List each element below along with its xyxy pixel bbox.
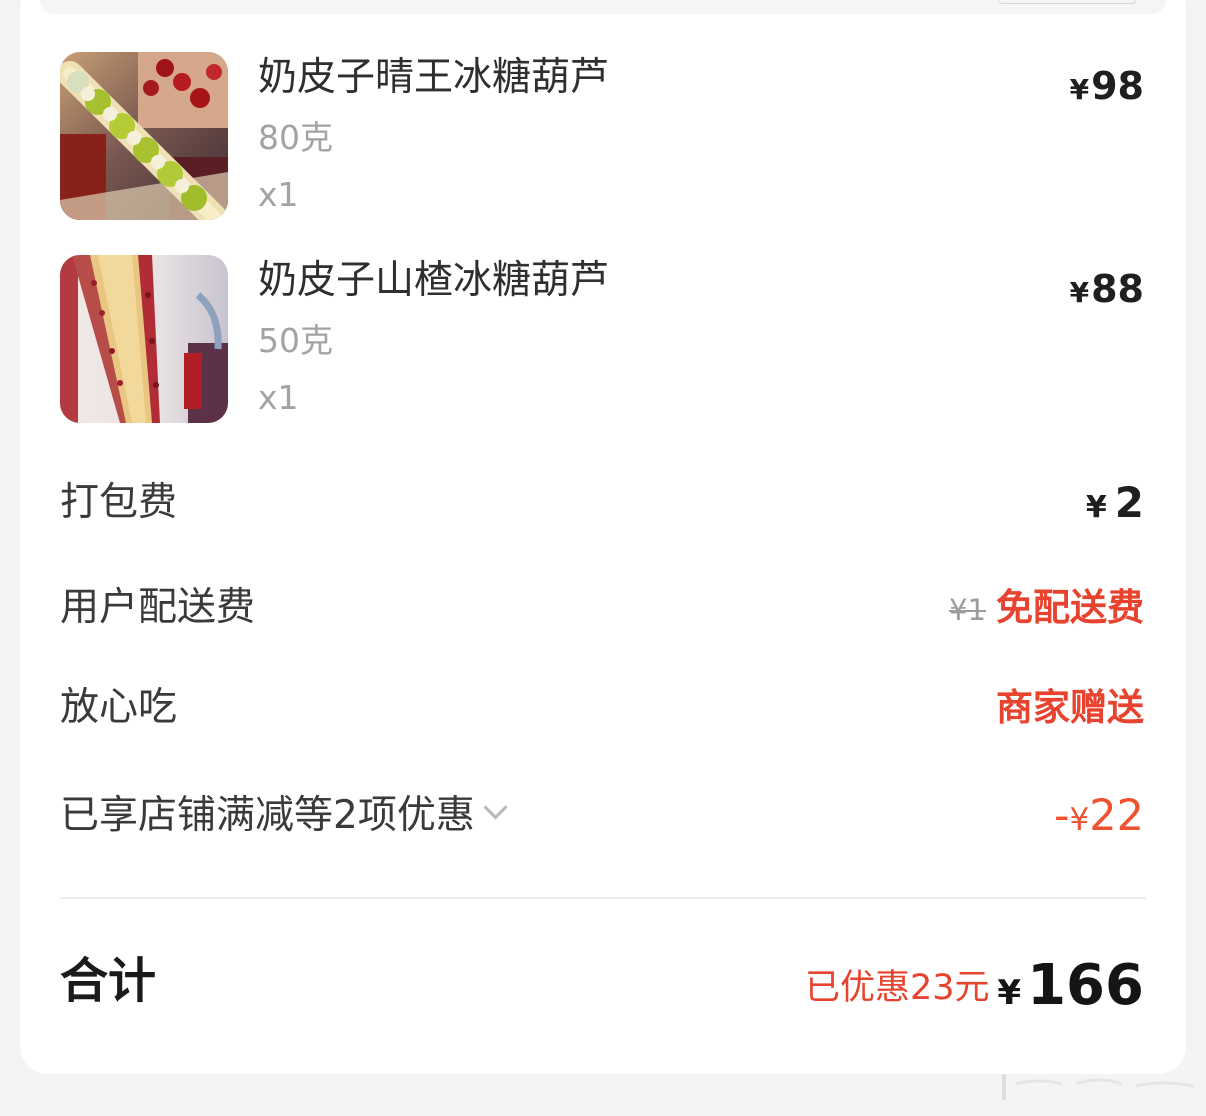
- delivery-fee-original: ¥1: [949, 593, 986, 627]
- delivery-fee-value: ¥1 免配送费: [949, 580, 1144, 643]
- item-price: ¥98: [1070, 62, 1144, 114]
- discount-value: -¥22: [1054, 788, 1144, 848]
- item-price-value: 98: [1091, 64, 1144, 108]
- delivery-fee-label: 用户配送费: [60, 585, 256, 630]
- currency-symbol: ¥: [1069, 73, 1090, 106]
- currency-symbol: ¥: [997, 973, 1022, 1013]
- item-quantity: x1: [258, 175, 299, 214]
- safe-eat-value: 商家赠送: [996, 686, 1144, 729]
- item-price-value: 88: [1091, 267, 1144, 311]
- currency-symbol: ¥: [1069, 276, 1090, 309]
- chevron-down-icon[interactable]: [483, 795, 508, 820]
- packing-fee-value: ¥2: [1086, 475, 1144, 536]
- total-label: 合计: [60, 953, 157, 1009]
- order-item[interactable]: 奶皮子山楂冰糖葫芦 50克 x1 ¥88: [60, 255, 1146, 423]
- order-item[interactable]: 奶皮子晴王冰糖葫芦 80克 x1 ¥98: [60, 52, 1146, 220]
- item-image: [60, 255, 228, 423]
- item-weight: 50克: [258, 321, 333, 360]
- discount-row[interactable]: 已享店铺满减等2项优惠 -¥22: [60, 788, 1146, 844]
- saved-amount: 已优惠23元: [805, 968, 990, 1008]
- item-name: 奶皮子晴王冰糖葫芦: [258, 55, 610, 100]
- delivery-fee-row: 用户配送费 ¥1 免配送费: [60, 580, 1146, 636]
- safe-eat-label: 放心吃: [60, 685, 178, 730]
- safe-eat-row: 放心吃 商家赠送: [60, 680, 1146, 736]
- total-amount: ¥166: [997, 950, 1144, 1029]
- summary-divider: [60, 897, 1146, 899]
- packing-fee-row: 打包费 ¥2: [60, 475, 1146, 531]
- item-image: [60, 52, 228, 220]
- discount-amount: 22: [1089, 791, 1144, 841]
- delivery-fee-free: 免配送费: [996, 586, 1144, 629]
- discount-label-text: 已享店铺满减等2项优惠: [60, 793, 475, 838]
- currency-symbol: ¥: [1085, 490, 1107, 525]
- item-price: ¥88: [1070, 265, 1144, 317]
- item-quantity: x1: [258, 378, 299, 417]
- packing-fee-amount: 2: [1114, 478, 1144, 527]
- total-amount-value: 166: [1027, 953, 1144, 1018]
- discount-label[interactable]: 已享店铺满减等2项优惠: [60, 788, 508, 844]
- item-name: 奶皮子山楂冰糖葫芦: [258, 258, 610, 303]
- top-section-edge: [40, 0, 1166, 14]
- watermark-graphic: [1002, 1074, 1195, 1100]
- packing-fee-label: 打包费: [60, 480, 178, 525]
- top-button-edge[interactable]: [998, 0, 1136, 4]
- discount-sign: -: [1054, 791, 1070, 841]
- currency-symbol: ¥: [1069, 802, 1090, 838]
- item-weight: 80克: [258, 118, 333, 157]
